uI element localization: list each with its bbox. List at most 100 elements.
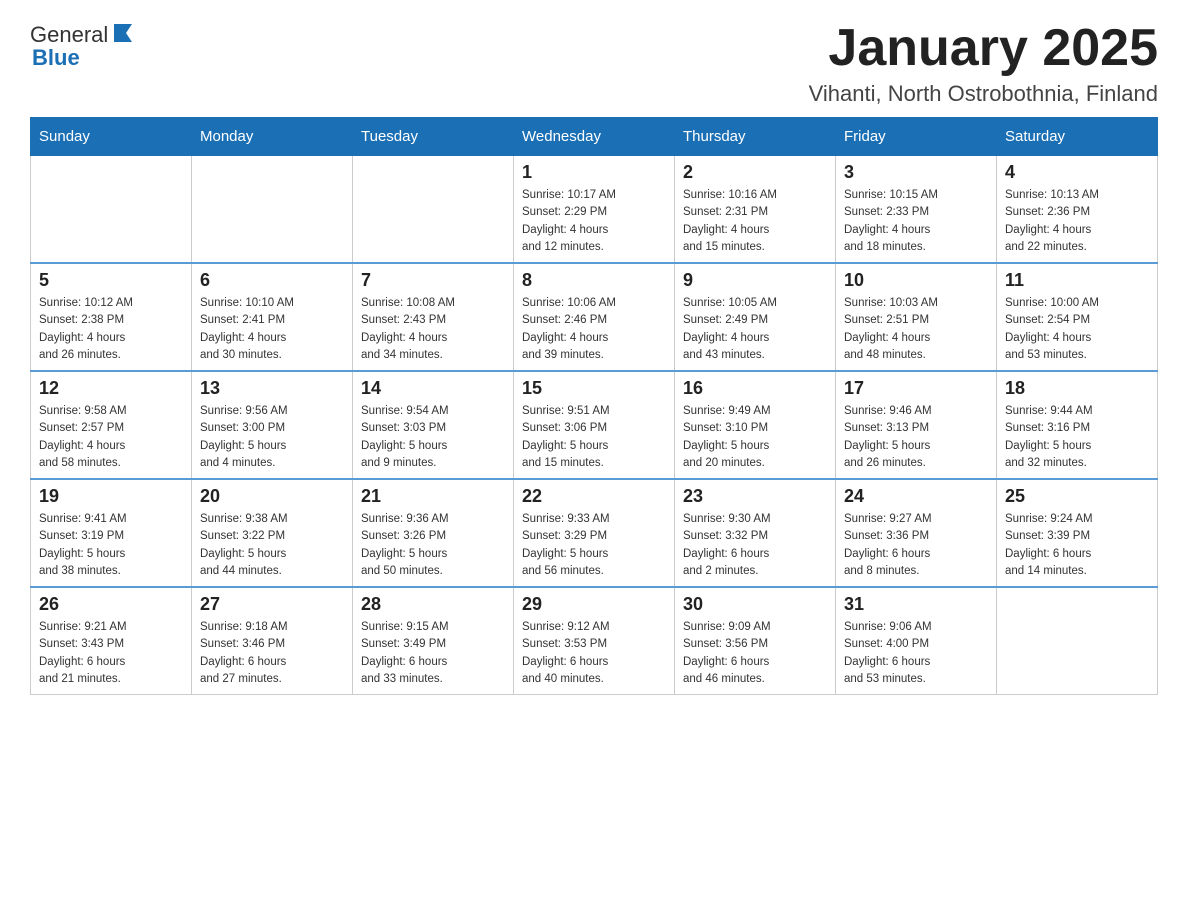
table-row: 3 Sunrise: 10:15 AMSunset: 2:33 PMDayligh… (836, 156, 997, 264)
day-number: 13 (200, 378, 344, 399)
table-row: 5 Sunrise: 10:12 AMSunset: 2:38 PMDayligh… (31, 263, 192, 371)
day-info: Sunrise: 9:18 AMSunset: 3:46 PMDaylight:… (200, 619, 344, 688)
day-info: Sunrise: 9:58 AMSunset: 2:57 PMDaylight:… (39, 403, 183, 472)
logo-general: General (30, 22, 108, 48)
weekday-header-row: SundayMondayTuesdayWednesdayThursdayFrid… (31, 118, 1158, 156)
table-row: 29 Sunrise: 9:12 AMSunset: 3:53 PMDayligh… (514, 587, 675, 695)
table-row: 6Sunrise: 10:10 AMSunset: 2:41 PMDayligh… (192, 263, 353, 371)
table-row (997, 587, 1158, 695)
table-row: 27 Sunrise: 9:18 AMSunset: 3:46 PMDayligh… (192, 587, 353, 695)
day-number: 21 (361, 486, 505, 507)
table-row: 23 Sunrise: 9:30 AMSunset: 3:32 PMDayligh… (675, 479, 836, 587)
table-row (31, 156, 192, 264)
page-header: General Blue January 2025 Vihanti, North… (30, 20, 1158, 107)
day-info: Sunrise: 10:05 AMSunset: 2:49 PMDaylight… (683, 295, 827, 364)
day-info: Sunrise: 9:41 AMSunset: 3:19 PMDaylight:… (39, 511, 183, 580)
week-row-1: 1Sunrise: 10:17 AMSunset: 2:29 PMDayligh… (31, 156, 1158, 264)
day-number: 22 (522, 486, 666, 507)
day-info: Sunrise: 9:27 AMSunset: 3:36 PMDaylight:… (844, 511, 988, 580)
day-number: 31 (844, 594, 988, 615)
day-info: Sunrise: 9:33 AMSunset: 3:29 PMDaylight:… (522, 511, 666, 580)
day-number: 2 (683, 162, 827, 183)
day-number: 20 (200, 486, 344, 507)
calendar-table: SundayMondayTuesdayWednesdayThursdayFrid… (30, 117, 1158, 695)
day-number: 11 (1005, 270, 1149, 291)
day-number: 18 (1005, 378, 1149, 399)
week-row-4: 19 Sunrise: 9:41 AMSunset: 3:19 PMDayligh… (31, 479, 1158, 587)
day-number: 27 (200, 594, 344, 615)
table-row: 28 Sunrise: 9:15 AMSunset: 3:49 PMDayligh… (353, 587, 514, 695)
table-row: 17 Sunrise: 9:46 AMSunset: 3:13 PMDayligh… (836, 371, 997, 479)
week-row-2: 5 Sunrise: 10:12 AMSunset: 2:38 PMDayligh… (31, 263, 1158, 371)
week-row-5: 26Sunrise: 9:21 AMSunset: 3:43 PMDayligh… (31, 587, 1158, 695)
table-row: 15Sunrise: 9:51 AMSunset: 3:06 PMDayligh… (514, 371, 675, 479)
day-number: 26 (39, 594, 183, 615)
table-row: 31 Sunrise: 9:06 AMSunset: 4:00 PMDayligh… (836, 587, 997, 695)
day-info: Sunrise: 9:49 AMSunset: 3:10 PMDaylight:… (683, 403, 827, 472)
table-row (353, 156, 514, 264)
weekday-thursday: Thursday (675, 118, 836, 156)
table-row: 20Sunrise: 9:38 AMSunset: 3:22 PMDayligh… (192, 479, 353, 587)
table-row (192, 156, 353, 264)
weekday-monday: Monday (192, 118, 353, 156)
day-info: Sunrise: 10:08 AMSunset: 2:43 PMDaylight… (361, 295, 505, 364)
table-row: 24Sunrise: 9:27 AMSunset: 3:36 PMDayligh… (836, 479, 997, 587)
day-number: 7 (361, 270, 505, 291)
day-info: Sunrise: 10:16 AMSunset: 2:31 PMDaylight… (683, 187, 827, 256)
day-info: Sunrise: 9:24 AMSunset: 3:39 PMDaylight:… (1005, 511, 1149, 580)
day-number: 28 (361, 594, 505, 615)
day-info: Sunrise: 9:09 AMSunset: 3:56 PMDaylight:… (683, 619, 827, 688)
day-number: 12 (39, 378, 183, 399)
day-info: Sunrise: 10:12 AMSunset: 2:38 PMDaylight… (39, 295, 183, 364)
table-row: 7 Sunrise: 10:08 AMSunset: 2:43 PMDayligh… (353, 263, 514, 371)
day-number: 17 (844, 378, 988, 399)
table-row: 2 Sunrise: 10:16 AMSunset: 2:31 PMDayligh… (675, 156, 836, 264)
day-info: Sunrise: 10:06 AMSunset: 2:46 PMDaylight… (522, 295, 666, 364)
day-number: 23 (683, 486, 827, 507)
day-info: Sunrise: 9:06 AMSunset: 4:00 PMDaylight:… (844, 619, 988, 688)
logo: General Blue (30, 20, 134, 71)
weekday-wednesday: Wednesday (514, 118, 675, 156)
table-row: 11 Sunrise: 10:00 AMSunset: 2:54 PMDaylig… (997, 263, 1158, 371)
day-info: Sunrise: 9:51 AMSunset: 3:06 PMDaylight:… (522, 403, 666, 472)
day-number: 19 (39, 486, 183, 507)
month-title: January 2025 (809, 20, 1158, 77)
day-info: Sunrise: 9:44 AMSunset: 3:16 PMDaylight:… (1005, 403, 1149, 472)
table-row: 9 Sunrise: 10:05 AMSunset: 2:49 PMDayligh… (675, 263, 836, 371)
day-info: Sunrise: 10:00 AMSunset: 2:54 PMDaylight… (1005, 295, 1149, 364)
day-number: 30 (683, 594, 827, 615)
location-title: Vihanti, North Ostrobothnia, Finland (809, 81, 1158, 107)
table-row: 19 Sunrise: 9:41 AMSunset: 3:19 PMDayligh… (31, 479, 192, 587)
day-number: 8 (522, 270, 666, 291)
table-row: 26Sunrise: 9:21 AMSunset: 3:43 PMDayligh… (31, 587, 192, 695)
day-number: 29 (522, 594, 666, 615)
day-number: 16 (683, 378, 827, 399)
table-row: 25 Sunrise: 9:24 AMSunset: 3:39 PMDayligh… (997, 479, 1158, 587)
day-number: 9 (683, 270, 827, 291)
table-row: 8 Sunrise: 10:06 AMSunset: 2:46 PMDayligh… (514, 263, 675, 371)
logo-flag-icon (112, 22, 134, 44)
day-info: Sunrise: 9:12 AMSunset: 3:53 PMDaylight:… (522, 619, 666, 688)
weekday-saturday: Saturday (997, 118, 1158, 156)
day-info: Sunrise: 9:46 AMSunset: 3:13 PMDaylight:… (844, 403, 988, 472)
table-row: 10Sunrise: 10:03 AMSunset: 2:51 PMDaylig… (836, 263, 997, 371)
table-row: 22 Sunrise: 9:33 AMSunset: 3:29 PMDayligh… (514, 479, 675, 587)
day-info: Sunrise: 10:15 AMSunset: 2:33 PMDaylight… (844, 187, 988, 256)
day-info: Sunrise: 9:15 AMSunset: 3:49 PMDaylight:… (361, 619, 505, 688)
table-row: 18 Sunrise: 9:44 AMSunset: 3:16 PMDayligh… (997, 371, 1158, 479)
day-info: Sunrise: 9:54 AMSunset: 3:03 PMDaylight:… (361, 403, 505, 472)
day-number: 14 (361, 378, 505, 399)
weekday-sunday: Sunday (31, 118, 192, 156)
table-row: 13Sunrise: 9:56 AMSunset: 3:00 PMDayligh… (192, 371, 353, 479)
day-number: 3 (844, 162, 988, 183)
day-number: 25 (1005, 486, 1149, 507)
table-row: 12 Sunrise: 9:58 AMSunset: 2:57 PMDayligh… (31, 371, 192, 479)
day-number: 5 (39, 270, 183, 291)
weekday-tuesday: Tuesday (353, 118, 514, 156)
logo-blue: Blue (32, 45, 80, 71)
day-info: Sunrise: 9:30 AMSunset: 3:32 PMDaylight:… (683, 511, 827, 580)
week-row-3: 12 Sunrise: 9:58 AMSunset: 2:57 PMDayligh… (31, 371, 1158, 479)
day-info: Sunrise: 10:17 AMSunset: 2:29 PMDaylight… (522, 187, 666, 256)
table-row: 21Sunrise: 9:36 AMSunset: 3:26 PMDayligh… (353, 479, 514, 587)
day-info: Sunrise: 10:13 AMSunset: 2:36 PMDaylight… (1005, 187, 1149, 256)
